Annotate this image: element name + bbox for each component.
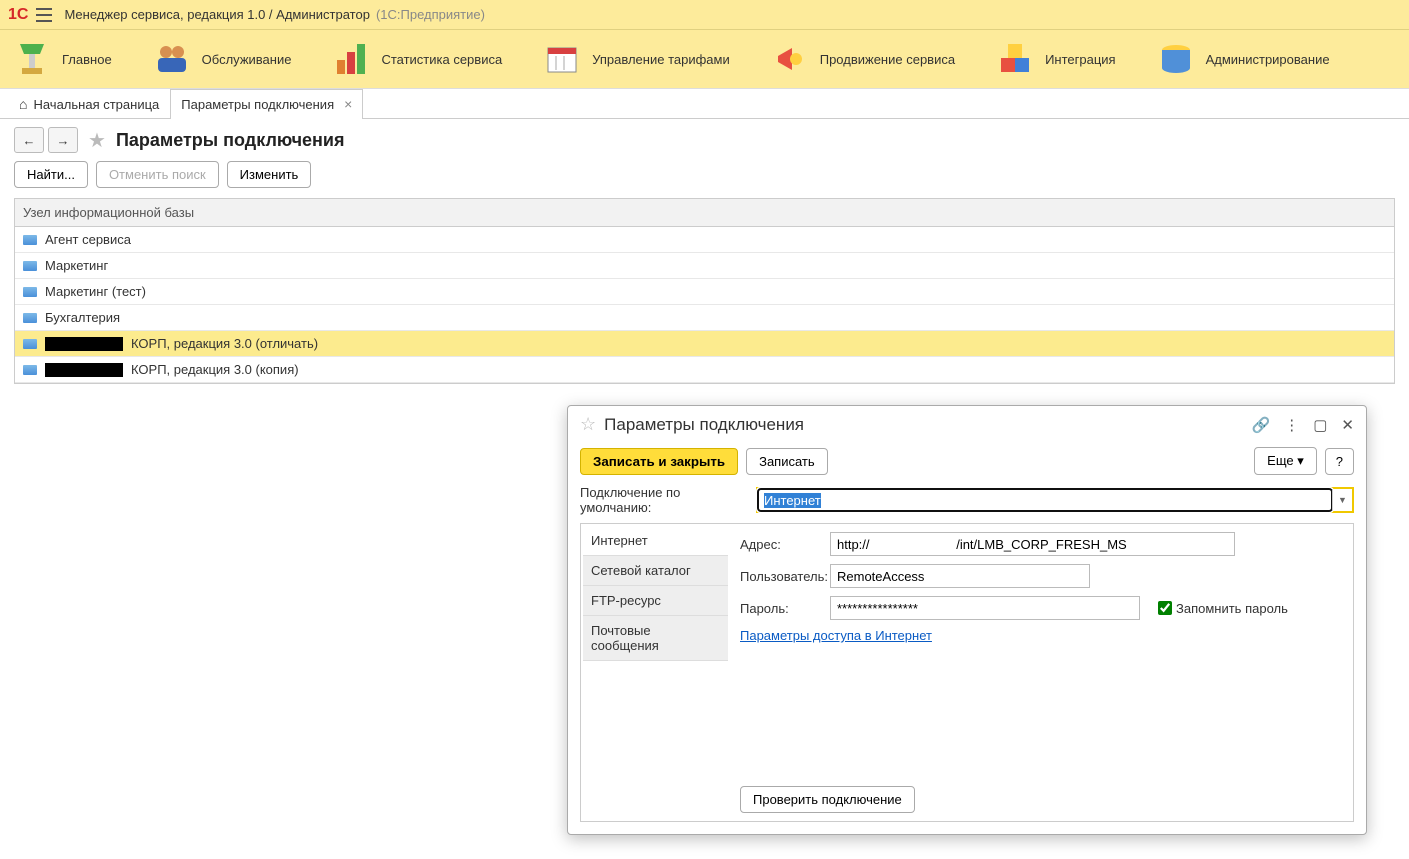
server-icon: [1156, 40, 1196, 78]
save-button[interactable]: Записать: [746, 448, 828, 475]
star-icon[interactable]: ☆: [580, 414, 596, 435]
redacted-text: [45, 363, 123, 377]
node-icon: [23, 313, 37, 323]
tab-label: Начальная страница: [33, 97, 159, 112]
redacted-text: [45, 337, 123, 351]
table-row[interactable]: Агент сервиса: [15, 227, 1394, 253]
help-button[interactable]: ?: [1325, 448, 1354, 475]
close-icon[interactable]: ✕: [1341, 416, 1354, 434]
nav-promo[interactable]: Продвижение сервиса: [770, 40, 955, 78]
node-icon: [23, 365, 37, 375]
table-row[interactable]: Маркетинг (тест): [15, 279, 1394, 305]
kebab-icon[interactable]: ⋮: [1284, 416, 1299, 434]
page-title: Параметры подключения: [116, 130, 345, 151]
nav-label: Обслуживание: [202, 52, 292, 67]
people-icon: [152, 40, 192, 78]
find-button[interactable]: Найти...: [14, 161, 88, 188]
nav-integration[interactable]: Интеграция: [995, 40, 1116, 78]
logo-1c: 1C: [8, 6, 28, 24]
grid-header[interactable]: Узел информационной базы: [15, 199, 1394, 227]
nav-label: Управление тарифами: [592, 52, 730, 67]
nav-main[interactable]: Главное: [12, 40, 112, 78]
dialog-title: Параметры подключения: [604, 415, 1251, 435]
nav-label: Статистика сервиса: [381, 52, 502, 67]
tab-params[interactable]: Параметры подключения ×: [170, 89, 363, 119]
node-icon: [23, 235, 37, 245]
nav-label: Интеграция: [1045, 52, 1116, 67]
nav-admin[interactable]: Администрирование: [1156, 40, 1330, 78]
forward-button[interactable]: →: [48, 127, 78, 153]
topbar: 1C Менеджер сервиса, редакция 1.0 / Адми…: [0, 0, 1409, 30]
app-subtitle: (1С:Предприятие): [376, 7, 485, 22]
more-button[interactable]: Еще ▾: [1254, 447, 1317, 475]
internet-params-link[interactable]: Параметры доступа в Интернет: [740, 628, 932, 643]
table-row[interactable]: КОРП, редакция 3.0 (отличать): [15, 331, 1394, 357]
default-conn-label: Подключение по умолчанию:: [580, 485, 750, 515]
test-connection-button[interactable]: Проверить подключение: [740, 786, 915, 813]
lamp-icon: [12, 40, 52, 78]
star-icon[interactable]: ★: [88, 128, 106, 153]
maximize-icon[interactable]: ▢: [1313, 416, 1327, 434]
remember-label: Запомнить пароль: [1176, 601, 1288, 616]
nav-label: Продвижение сервиса: [820, 52, 955, 67]
address-label: Адрес:: [740, 537, 826, 552]
node-icon: [23, 287, 37, 297]
row-text: Маркетинг: [45, 258, 108, 273]
blocks-icon: [995, 40, 1035, 78]
dialog-tabs: Интернет Сетевой каталог FTP-ресурс Почт…: [583, 526, 728, 819]
calendar-icon: [542, 40, 582, 78]
chevron-down-icon[interactable]: ▼: [1332, 489, 1352, 511]
table-row[interactable]: Маркетинг: [15, 253, 1394, 279]
tab-ftp[interactable]: FTP-ресурс: [583, 586, 728, 616]
save-close-button[interactable]: Записать и закрыть: [580, 448, 738, 475]
close-icon[interactable]: ×: [344, 96, 352, 112]
back-button[interactable]: ←: [14, 127, 44, 153]
pass-input[interactable]: [830, 596, 1140, 620]
node-icon: [23, 261, 37, 271]
ribbon: Главное Обслуживание Статистика сервиса …: [0, 30, 1409, 89]
remember-checkbox[interactable]: Запомнить пароль: [1158, 601, 1288, 616]
tab-home[interactable]: ⌂ Начальная страница: [8, 89, 170, 119]
tabstrip: ⌂ Начальная страница Параметры подключен…: [0, 89, 1409, 119]
tab-network[interactable]: Сетевой каталог: [583, 556, 728, 586]
tab-internet[interactable]: Интернет: [583, 526, 728, 556]
nav-stats[interactable]: Статистика сервиса: [331, 40, 502, 78]
nav-service[interactable]: Обслуживание: [152, 40, 292, 78]
row-text: Агент сервиса: [45, 232, 131, 247]
link-icon[interactable]: 🔗: [1252, 416, 1271, 434]
address-input[interactable]: [830, 532, 1235, 556]
app-title: Менеджер сервиса, редакция 1.0 / Админис…: [64, 7, 370, 22]
row-text: Бухгалтерия: [45, 310, 120, 325]
cancel-find-button: Отменить поиск: [96, 161, 219, 188]
home-icon: ⌂: [19, 96, 27, 112]
nav-label: Главное: [62, 52, 112, 67]
default-conn-input[interactable]: [758, 489, 1332, 511]
default-conn-select[interactable]: ▼: [756, 487, 1354, 513]
table-row[interactable]: КОРП, редакция 3.0 (копия): [15, 357, 1394, 383]
nav-label: Администрирование: [1206, 52, 1330, 67]
user-input[interactable]: [830, 564, 1090, 588]
pass-label: Пароль:: [740, 601, 826, 616]
row-text: КОРП, редакция 3.0 (копия): [131, 362, 299, 377]
chart-icon: [331, 40, 371, 78]
connection-dialog: ☆ Параметры подключения 🔗 ⋮ ▢ ✕ Записать…: [567, 405, 1367, 835]
user-label: Пользователь:: [740, 569, 826, 584]
grid: Узел информационной базы Агент сервиса Ма…: [14, 198, 1395, 384]
table-row[interactable]: Бухгалтерия: [15, 305, 1394, 331]
megaphone-icon: [770, 40, 810, 78]
node-icon: [23, 339, 37, 349]
nav-tariffs[interactable]: Управление тарифами: [542, 40, 730, 78]
tab-label: Параметры подключения: [181, 97, 334, 112]
edit-button[interactable]: Изменить: [227, 161, 312, 188]
row-text: Маркетинг (тест): [45, 284, 146, 299]
row-text: КОРП, редакция 3.0 (отличать): [131, 336, 318, 351]
page-area: ← → ★ Параметры подключения Найти... Отм…: [0, 119, 1409, 392]
tab-mail[interactable]: Почтовые сообщения: [583, 616, 728, 661]
remember-check-input[interactable]: [1158, 601, 1172, 615]
menu-icon[interactable]: [36, 8, 52, 22]
